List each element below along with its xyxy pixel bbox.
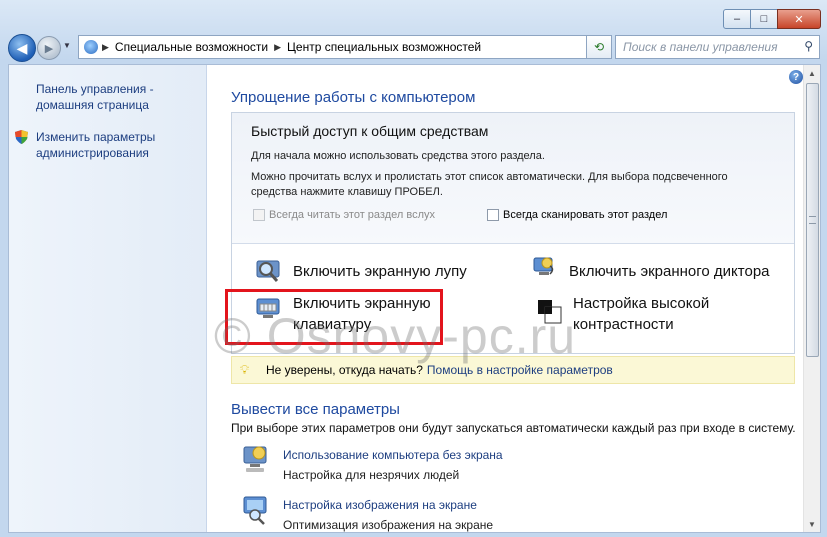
refresh-icon: ⟲ [593, 40, 605, 54]
link-display-settings[interactable]: Настройка изображения на экране [283, 498, 477, 512]
address-bar[interactable]: ▶ Специальные возможности ▶ Центр специа… [78, 35, 600, 59]
navigation-bar: ◀ ▶ ▼ ▶ Специальные возможности ▶ Центр … [8, 34, 820, 62]
quick-access-title: Быстрый доступ к общим средствам [251, 123, 489, 139]
quick-access-line1: Для начала можно использовать средства э… [251, 150, 545, 162]
tool-magnifier[interactable]: Включить экранную лупу [293, 261, 467, 282]
sub-use-without-display: Настройка для незрячих людей [283, 468, 460, 482]
forward-button[interactable]: ▶ [37, 36, 61, 60]
search-placeholder: Поиск в панели управления [623, 40, 778, 54]
breadcrumb-separator-icon[interactable]: ▶ [274, 42, 281, 53]
search-input[interactable]: Поиск в панели управления ⚲ [615, 35, 820, 59]
search-icon[interactable]: ⚲ [804, 39, 813, 53]
scrollbar-grip [809, 216, 816, 224]
caption-buttons: – □ ✕ [723, 9, 821, 29]
tip-text: Не уверены, откуда начать? [266, 363, 423, 377]
refresh-button[interactable]: ⟲ [586, 35, 612, 59]
always-read-checkbox: Всегда читать этот раздел вслух [253, 209, 435, 221]
watermark-text: © Osnovy-pc.ru [214, 308, 577, 364]
scroll-up-arrow-icon[interactable]: ▲ [804, 65, 820, 81]
minimize-button[interactable]: – [723, 9, 751, 29]
no-display-icon [243, 446, 267, 472]
tool-high-contrast-line1: Настройка высокой [573, 295, 710, 312]
shield-icon [15, 130, 28, 144]
scrollbar-thumb[interactable] [806, 83, 819, 357]
close-button[interactable]: ✕ [777, 9, 821, 29]
help-icon[interactable]: ? [789, 70, 803, 84]
quick-access-line2: Можно прочитать вслух и пролистать этот … [251, 171, 728, 198]
breadcrumb-accessibility[interactable]: Специальные возможности [115, 40, 268, 54]
quick-access-header: Быстрый доступ к общим средствам Для нач… [232, 113, 794, 244]
sidebar-item-change-admin-settings[interactable]: Изменить параметры администрирования [36, 129, 201, 161]
checkbox-box[interactable] [487, 209, 499, 221]
recent-pages-dropdown[interactable]: ▼ [63, 41, 71, 50]
content-area: Панель управления - домашняя страница Из… [8, 64, 821, 533]
sub-display-settings: Оптимизация изображения на экране [283, 518, 494, 532]
section-heading-ease: Упрощение работы с компьютером [231, 89, 476, 106]
magnifier-icon [256, 260, 280, 282]
narrator-icon [533, 257, 554, 275]
left-pane: Панель управления - домашняя страница Из… [9, 65, 207, 532]
control-panel-icon [84, 40, 98, 54]
main-pane: Упрощение работы с компьютером Быстрый д… [207, 65, 804, 532]
scroll-down-arrow-icon[interactable]: ▼ [804, 516, 820, 532]
section-heading-all-settings: Вывести все параметры [231, 401, 400, 418]
checkbox-box [253, 209, 265, 221]
window-frame: – □ ✕ ◀ ▶ ▼ ▶ Специальные возможности ▶ … [0, 0, 827, 537]
sidebar-item-control-panel-home[interactable]: Панель управления - домашняя страница [36, 81, 201, 113]
display-optimize-icon [243, 496, 267, 525]
breadcrumb-separator-icon[interactable]: ▶ [102, 42, 109, 53]
back-button[interactable]: ◀ [8, 34, 36, 62]
always-read-label: Всегда читать этот раздел вслух [269, 209, 436, 221]
all-settings-description: При выборе этих параметров они будут зап… [231, 421, 796, 435]
vertical-scrollbar[interactable]: ▲ ▼ [803, 65, 820, 532]
always-scan-label: Всегда сканировать этот раздел [503, 209, 668, 221]
tip-help-link[interactable]: Помощь в настройке параметров [427, 363, 613, 377]
always-scan-checkbox[interactable]: Всегда сканировать этот раздел [487, 209, 667, 221]
link-use-without-display[interactable]: Использование компьютера без экрана [283, 448, 503, 462]
tool-high-contrast-line2: контрастности [573, 316, 674, 333]
breadcrumb-ease-of-access-center[interactable]: Центр специальных возможностей [287, 40, 481, 54]
tool-high-contrast[interactable]: Настройка высокой контрастности [573, 293, 709, 335]
tool-narrator[interactable]: Включить экранного диктора [569, 261, 770, 282]
maximize-button[interactable]: □ [750, 9, 778, 29]
